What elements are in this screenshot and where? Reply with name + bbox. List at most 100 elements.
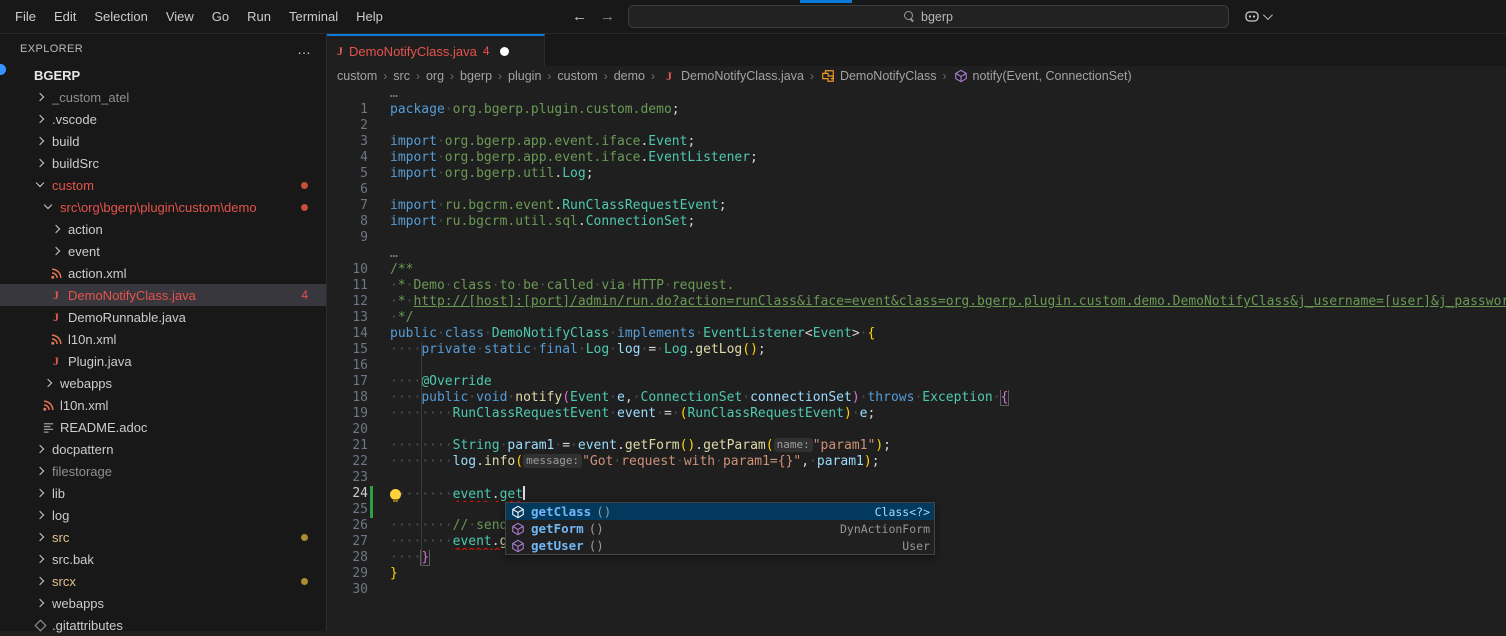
- tree-item-event[interactable]: event: [0, 240, 326, 262]
- tree-item-demorunnable-java[interactable]: JDemoRunnable.java: [0, 306, 326, 328]
- breadcrumb-custom[interactable]: custom: [557, 69, 597, 83]
- copilot-menu[interactable]: [1244, 8, 1270, 24]
- tree-item-webapps[interactable]: webapps: [0, 592, 326, 614]
- code-token: EventListener: [648, 150, 750, 165]
- code-line[interactable]: 9: [327, 230, 1506, 246]
- breadcrumb-separator-icon: ›: [383, 69, 387, 83]
- breadcrumb-label: DemoNotifyClass: [840, 69, 937, 83]
- tree-item-buildsrc[interactable]: buildSrc: [0, 152, 326, 174]
- code-line[interactable]: …: [327, 86, 1506, 102]
- breadcrumb-demonotifyclass-java[interactable]: JDemoNotifyClass.java: [661, 68, 804, 84]
- tree-item-custom-atel[interactable]: _custom_atel: [0, 86, 326, 108]
- breadcrumb-bgerp[interactable]: bgerp: [460, 69, 492, 83]
- line-number: 23: [327, 470, 368, 486]
- breadcrumb-label: src: [393, 69, 410, 83]
- tree-item-build[interactable]: build: [0, 130, 326, 152]
- code-line[interactable]: 24········event.get: [327, 486, 1506, 502]
- code-line[interactable]: 1package·org.bgerp.plugin.custom.demo;: [327, 102, 1506, 118]
- code-line[interactable]: 19········RunClassRequestEvent·event·=·(…: [327, 406, 1506, 422]
- menu-view[interactable]: View: [157, 0, 203, 34]
- back-arrow-icon[interactable]: ←: [572, 0, 587, 34]
- menu-file[interactable]: File: [6, 0, 45, 34]
- tree-item-action[interactable]: action: [0, 218, 326, 240]
- code-line[interactable]: 29}: [327, 566, 1506, 582]
- code-line[interactable]: 23: [327, 470, 1506, 486]
- tree-item-src-org-bgerp-plugin-custom-demo[interactable]: src\org\bgerp\plugin\custom\demo: [0, 196, 326, 218]
- tree-item-l10n-xml[interactable]: l10n.xml: [0, 394, 326, 416]
- code-token: org.bgerp.app.event.iface: [445, 150, 641, 165]
- tree-item-readme-adoc[interactable]: README.adoc: [0, 416, 326, 438]
- suggestion-getform[interactable]: getForm()DynActionForm: [506, 520, 934, 537]
- method-symbol-icon: [510, 538, 526, 554]
- breadcrumb-src[interactable]: src: [393, 69, 410, 83]
- code-line[interactable]: 7import·ru.bgcrm.event.RunClassRequestEv…: [327, 198, 1506, 214]
- menu-help[interactable]: Help: [347, 0, 392, 34]
- menu-run[interactable]: Run: [238, 0, 280, 34]
- tree-item-log[interactable]: log: [0, 504, 326, 526]
- code-line[interactable]: 13·*/: [327, 310, 1506, 326]
- tree-item-plugin-java[interactable]: JPlugin.java: [0, 350, 326, 372]
- tree-item-docpattern[interactable]: docpattern: [0, 438, 326, 460]
- code-line[interactable]: 15····private·static·final·Log·log·=·Log…: [327, 342, 1506, 358]
- code-line-text: ·*/: [390, 310, 1506, 326]
- breadcrumb-notify-event-connectionset[interactable]: notify(Event, ConnectionSet): [953, 68, 1132, 84]
- code-token: import: [390, 198, 437, 213]
- code-line[interactable]: 4import·org.bgerp.app.event.iface.EventL…: [327, 150, 1506, 166]
- forward-arrow-icon[interactable]: →: [600, 0, 615, 34]
- menu-terminal[interactable]: Terminal: [280, 0, 347, 34]
- code-line[interactable]: 2: [327, 118, 1506, 134]
- suggestion-getclass[interactable]: getClass()Class<?>: [506, 503, 934, 520]
- tree-item-src-bak[interactable]: src.bak: [0, 548, 326, 570]
- code-line[interactable]: 14public·class·DemoNotifyClass·implement…: [327, 326, 1506, 342]
- code-line[interactable]: 3import·org.bgerp.app.event.iface.Event;: [327, 134, 1506, 150]
- code-line[interactable]: 18····public·void·notify(Event·e,·Connec…: [327, 390, 1506, 406]
- code-line[interactable]: 16: [327, 358, 1506, 374]
- glyph-margin: [368, 566, 390, 582]
- code-line[interactable]: 21········String·param1·=·event.getForm(…: [327, 438, 1506, 454]
- line-number: 29: [327, 566, 368, 582]
- suggestion-getuser[interactable]: getUser()User: [506, 537, 934, 554]
- menu-selection[interactable]: Selection: [85, 0, 156, 34]
- tree-item-custom[interactable]: custom: [0, 174, 326, 196]
- code-line[interactable]: 11·*·Demo·class·to·be·called·via·HTTP·re…: [327, 278, 1506, 294]
- breadcrumb-org[interactable]: org: [426, 69, 444, 83]
- code-line[interactable]: 20: [327, 422, 1506, 438]
- code-line[interactable]: 6: [327, 182, 1506, 198]
- more-actions-icon[interactable]: …: [297, 41, 312, 57]
- lightbulb-icon[interactable]: [390, 489, 401, 500]
- code-line[interactable]: 12·*·http://[host]:[port]/admin/run.do?a…: [327, 294, 1506, 310]
- tree-item-gitattributes[interactable]: .gitattributes: [0, 614, 326, 636]
- tree-item-srcx[interactable]: srcx: [0, 570, 326, 592]
- tree-item-lib[interactable]: lib: [0, 482, 326, 504]
- code-line[interactable]: 22········log.info(message:"Got·request·…: [327, 454, 1506, 470]
- breadcrumb-separator-icon: ›: [810, 69, 814, 83]
- code-line[interactable]: 8import·ru.bgcrm.util.sql.ConnectionSet;: [327, 214, 1506, 230]
- breadcrumb-demonotifyclass[interactable]: DemoNotifyClass: [820, 68, 937, 84]
- tree-item-vscode[interactable]: .vscode: [0, 108, 326, 130]
- menu-go[interactable]: Go: [203, 0, 238, 34]
- unsaved-dot-icon[interactable]: [500, 47, 509, 56]
- code-token: ·: [476, 342, 484, 357]
- code-line[interactable]: 30: [327, 582, 1506, 598]
- tree-item-webapps[interactable]: webapps: [0, 372, 326, 394]
- code-line[interactable]: …: [327, 246, 1506, 262]
- tree-item-filestorage[interactable]: filestorage: [0, 460, 326, 482]
- code-token: (: [515, 454, 523, 469]
- code-line[interactable]: 5import·org.bgerp.util.Log;: [327, 166, 1506, 182]
- tree-item-src[interactable]: src: [0, 526, 326, 548]
- glyph-margin: [368, 550, 390, 566]
- code-line[interactable]: 17····@Override: [327, 374, 1506, 390]
- line-number: 27: [327, 534, 368, 550]
- glyph-margin: [368, 422, 390, 438]
- tree-item-action-xml[interactable]: action.xml: [0, 262, 326, 284]
- breadcrumb-plugin[interactable]: plugin: [508, 69, 541, 83]
- tree-item-l10n-xml[interactable]: l10n.xml: [0, 328, 326, 350]
- code-line[interactable]: 10/**: [327, 262, 1506, 278]
- tree-root-bgerp[interactable]: BGERP: [0, 64, 326, 86]
- breadcrumb-demo[interactable]: demo: [614, 69, 645, 83]
- menu-edit[interactable]: Edit: [45, 0, 85, 34]
- breadcrumb-custom[interactable]: custom: [337, 69, 377, 83]
- tab-demonotifyclass[interactable]: J DemoNotifyClass.java 4: [327, 34, 545, 66]
- command-center-search[interactable]: bgerp: [628, 5, 1229, 28]
- tree-item-demonotifyclass-java[interactable]: JDemoNotifyClass.java4: [0, 284, 326, 306]
